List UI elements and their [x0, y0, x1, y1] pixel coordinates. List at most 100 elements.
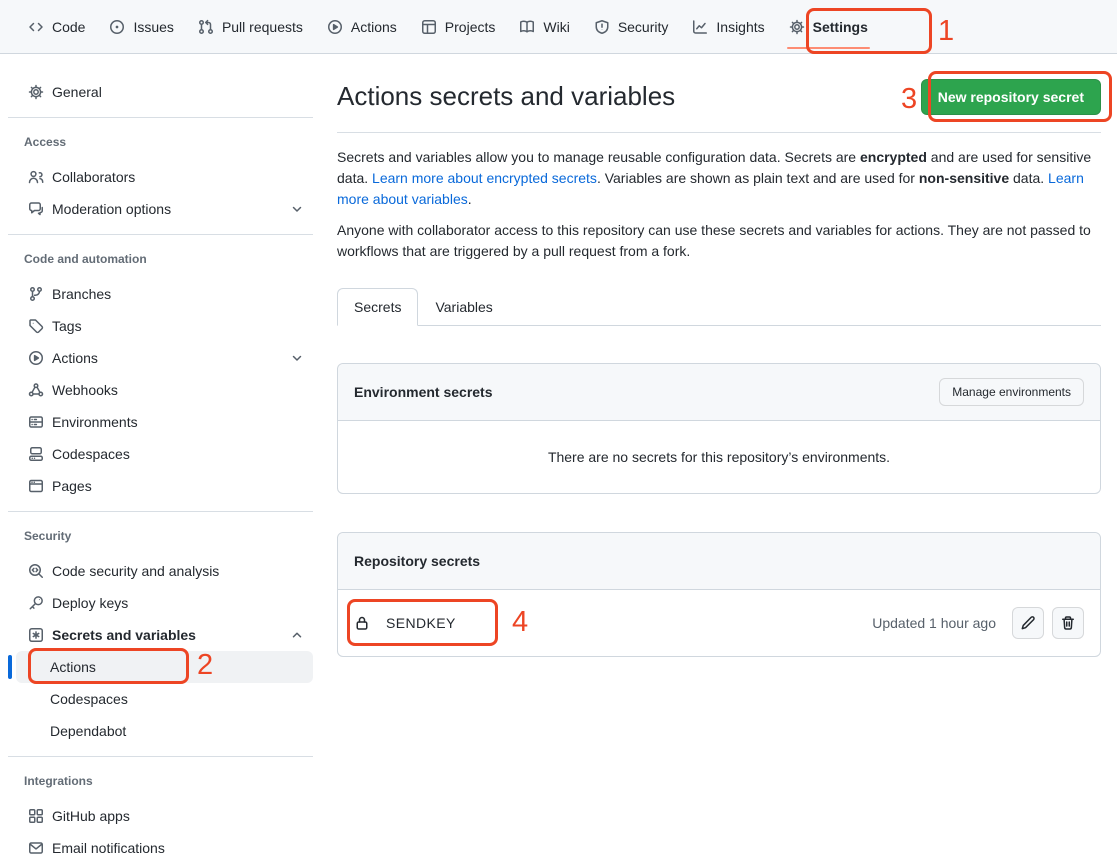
tab-projects-label: Projects — [445, 20, 496, 34]
manage-environments-button[interactable]: Manage environments — [939, 378, 1084, 406]
sidebar-item-label: Environments — [52, 415, 305, 429]
issue-opened-icon — [109, 19, 125, 35]
chevron-down-icon — [289, 201, 305, 217]
apps-icon — [28, 808, 44, 824]
sidebar-item-pages[interactable]: Pages — [16, 470, 313, 502]
tab-actions[interactable]: Actions — [315, 0, 409, 53]
encrypted-bold-text: encrypted — [860, 149, 927, 165]
gear-icon — [28, 84, 44, 100]
git-branch-icon — [28, 286, 44, 302]
chevron-down-icon — [289, 350, 305, 366]
key-asterisk-icon — [28, 627, 44, 643]
sidebar-item-deploy-keys[interactable]: Deploy keys — [16, 587, 313, 619]
browser-icon — [28, 478, 44, 494]
non-sensitive-bold-text: non-sensitive — [919, 170, 1009, 186]
book-icon — [519, 19, 535, 35]
sidebar-item-label: Pages — [52, 479, 305, 493]
sidebar-item-secrets-and-variables[interactable]: Secrets and variables — [16, 619, 313, 651]
sidebar-section-integrations: Integrations — [16, 771, 313, 791]
sidebar-item-codespaces[interactable]: Codespaces — [16, 438, 313, 470]
trash-icon — [1060, 615, 1076, 631]
sidebar-item-label: Tags — [52, 319, 305, 333]
sidebar-item-secrets-codespaces[interactable]: Codespaces — [16, 683, 313, 715]
environment-secrets-box: Environment secrets Manage environments … — [337, 363, 1101, 494]
description-text: . Variables are shown as plain text and … — [597, 170, 919, 186]
sidebar-item-label: Deploy keys — [52, 596, 305, 610]
sidebar-item-label: Actions — [52, 351, 281, 365]
tab-insights[interactable]: Insights — [680, 0, 776, 53]
tab-wiki-label: Wiki — [543, 20, 569, 34]
repository-secrets-header: Repository secrets — [338, 533, 1100, 590]
tab-secrets[interactable]: Secrets — [337, 288, 418, 326]
sidebar-divider — [8, 756, 313, 757]
tab-insights-label: Insights — [716, 20, 764, 34]
sidebar-item-label: General — [52, 85, 305, 99]
sidebar-item-general[interactable]: General — [16, 76, 313, 108]
sidebar-item-environments[interactable]: Environments — [16, 406, 313, 438]
annotation-number-2: 2 — [197, 651, 213, 680]
sidebar-item-branches[interactable]: Branches — [16, 278, 313, 310]
tab-pull-requests-label: Pull requests — [222, 20, 303, 34]
tag-icon — [28, 318, 44, 334]
sidebar-item-email-notifications[interactable]: Email notifications — [16, 832, 313, 864]
sidebar-section-access: Access — [16, 132, 313, 152]
settings-sidebar: General Access Collaborators Moderation … — [0, 54, 321, 864]
tab-variables[interactable]: Variables — [418, 288, 509, 326]
tab-actions-label: Actions — [351, 20, 397, 34]
main-content: Actions secrets and variables New reposi… — [337, 54, 1101, 657]
chevron-up-icon — [289, 627, 305, 643]
sidebar-divider — [8, 234, 313, 235]
edit-secret-button[interactable] — [1012, 607, 1044, 639]
table-icon — [421, 19, 437, 35]
sidebar-item-tags[interactable]: Tags — [16, 310, 313, 342]
annotation-box-sidebar-actions — [28, 648, 189, 684]
sidebar-item-label: Secrets and variables — [52, 628, 281, 642]
play-icon — [327, 19, 343, 35]
tab-code-label: Code — [52, 20, 85, 34]
sidebar-item-webhooks[interactable]: Webhooks — [16, 374, 313, 406]
tab-issues[interactable]: Issues — [97, 0, 185, 53]
sidebar-item-secrets-dependabot[interactable]: Dependabot — [16, 715, 313, 747]
tab-pull-requests[interactable]: Pull requests — [186, 0, 315, 53]
shield-icon — [594, 19, 610, 35]
pencil-icon — [1020, 615, 1036, 631]
webhook-icon — [28, 382, 44, 398]
key-icon — [28, 595, 44, 611]
tab-security[interactable]: Security — [582, 0, 681, 53]
sidebar-item-label: Codespaces — [50, 692, 305, 706]
people-icon — [28, 169, 44, 185]
sidebar-item-actions[interactable]: Actions — [16, 342, 313, 374]
sidebar-section-code-automation: Code and automation — [16, 249, 313, 269]
sidebar-divider — [8, 117, 313, 118]
tab-issues-label: Issues — [133, 20, 173, 34]
sidebar-item-label: Code security and analysis — [52, 564, 305, 578]
delete-secret-button[interactable] — [1052, 607, 1084, 639]
secrets-variables-tabnav: Secrets Variables — [337, 288, 1101, 326]
sidebar-item-label: Branches — [52, 287, 305, 301]
sidebar-item-github-apps[interactable]: GitHub apps — [16, 800, 313, 832]
sidebar-item-code-security[interactable]: Code security and analysis — [16, 555, 313, 587]
code-icon — [28, 19, 44, 35]
description-text: data. — [1009, 170, 1048, 186]
annotation-number-3: 3 — [901, 85, 917, 114]
description-text: . — [468, 191, 472, 207]
sidebar-item-label: Email notifications — [52, 841, 305, 855]
sidebar-item-label: Dependabot — [50, 724, 305, 738]
play-icon — [28, 350, 44, 366]
environment-secrets-title: Environment secrets — [354, 384, 493, 400]
tab-code[interactable]: Code — [16, 0, 97, 53]
sidebar-section-security: Security — [16, 526, 313, 546]
learn-more-encrypted-secrets-link[interactable]: Learn more about encrypted secrets — [372, 170, 597, 186]
git-pull-request-icon — [198, 19, 214, 35]
environment-secrets-empty-state: There are no secrets for this repository… — [338, 421, 1100, 493]
graph-icon — [692, 19, 708, 35]
sidebar-divider — [8, 511, 313, 512]
sidebar-item-label: Codespaces — [52, 447, 305, 461]
sidebar-item-collaborators[interactable]: Collaborators — [16, 161, 313, 193]
gear-icon — [789, 19, 805, 35]
secret-updated-text: Updated 1 hour ago — [872, 615, 996, 631]
tab-wiki[interactable]: Wiki — [507, 0, 581, 53]
sidebar-item-moderation-options[interactable]: Moderation options — [16, 193, 313, 225]
tab-projects[interactable]: Projects — [409, 0, 508, 53]
codespaces-icon — [28, 446, 44, 462]
